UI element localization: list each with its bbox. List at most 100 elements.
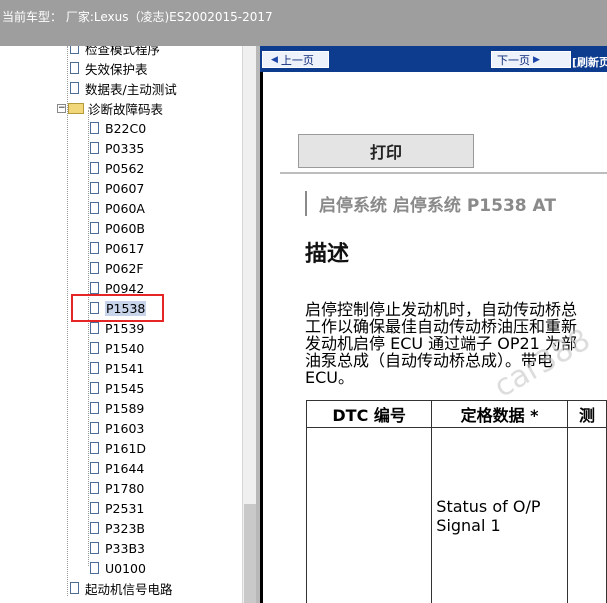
next-page-label: 下一页 [497, 53, 530, 67]
document-icon [90, 542, 99, 554]
table-cell [305, 427, 433, 603]
tree-item-dtc[interactable]: P0562 [90, 158, 144, 178]
dtc-table: DTC 编号 定格数据 * 测 Status of O/P Signal 1 [305, 400, 607, 603]
tree-item-check-mode[interactable]: 检查模式程序 [70, 46, 160, 58]
tree-item-failsafe[interactable]: 失效保护表 [70, 58, 148, 78]
tree-item-dtc[interactable]: P1541 [90, 358, 144, 378]
tree-item-label: P323B [105, 520, 145, 536]
tree-item-dtc[interactable]: P0607 [90, 178, 144, 198]
tree-item-label: P0617 [105, 240, 145, 256]
document-icon [90, 282, 99, 294]
column-header: 定格数据 * [431, 400, 568, 428]
tree-item-label: P1541 [105, 360, 145, 376]
tree-item-label: P1603 [105, 420, 145, 436]
current-model-label: 当前车型： 厂家:Lexus（凌志)ES2002015-2017 [2, 10, 273, 24]
scrollbar-thumb[interactable] [244, 504, 256, 603]
document-icon [90, 262, 99, 274]
tree-item-label: P1539 [105, 320, 145, 336]
column-header: 测 [566, 400, 607, 428]
tree-item-dtc[interactable]: P1603 [90, 418, 144, 438]
tree-item-label: P060A [105, 200, 145, 216]
tree-item-label: 失效保护表 [85, 61, 148, 77]
document-icon [90, 382, 99, 394]
document-icon [90, 162, 99, 174]
document-icon [70, 62, 79, 74]
divider [280, 172, 607, 174]
tree-item-dtc-table[interactable]: − 诊断故障码表 [57, 98, 163, 118]
tree-item-label: P0335 [105, 140, 145, 156]
column-header: DTC 编号 [305, 400, 433, 428]
document-icon [70, 82, 79, 94]
tree-item-label: P161D [105, 440, 147, 456]
table-cell [566, 427, 607, 603]
document-icon [90, 202, 99, 214]
document-icon [90, 482, 99, 494]
folder-open-icon [68, 102, 84, 114]
tree-item-label: P33B3 [105, 540, 145, 556]
tree-item-label: P060B [105, 220, 145, 236]
tree-item-label: P1644 [105, 460, 145, 476]
tree-item-label: P1589 [105, 400, 145, 416]
tree-item-label: 数据表/主动测试 [85, 81, 177, 97]
tree-line [88, 110, 89, 566]
document-icon [90, 322, 99, 334]
document-icon [90, 442, 99, 454]
tree-item-dtc[interactable]: P1540 [90, 338, 144, 358]
tree-item-label: 检查模式程序 [85, 46, 161, 57]
tree-item-dtc[interactable]: P323B [90, 518, 145, 538]
tree-item-dtc[interactable]: U0100 [90, 558, 146, 578]
prev-page-button[interactable]: ◀ 上一页 [262, 51, 329, 68]
right-arrow-icon: ▶ [533, 54, 540, 65]
title-bar: 当前车型： 厂家:Lexus（凌志)ES2002015-2017 [0, 0, 607, 46]
tree-line [67, 46, 68, 596]
tree-item-dtc[interactable]: P33B3 [90, 538, 145, 558]
document-icon [90, 362, 99, 374]
left-arrow-icon: ◀ [271, 54, 278, 65]
tree-item-data-list[interactable]: 数据表/主动测试 [70, 78, 177, 98]
tree-item-dtc[interactable]: B22C0 [90, 118, 146, 138]
refresh-link[interactable]: [刷新页 [572, 54, 607, 70]
tree-item-starter-signal[interactable]: 起动机信号电路 [70, 578, 173, 598]
document-icon [90, 502, 99, 514]
tree-item-dtc[interactable]: P1780 [90, 478, 144, 498]
tree-item-dtc[interactable]: P0335 [90, 138, 144, 158]
tree-item-label: U0100 [105, 560, 146, 576]
prev-page-label: 上一页 [280, 53, 314, 67]
tree-item-dtc[interactable]: P1545 [90, 378, 144, 398]
tree-item-dtc[interactable]: P161D [90, 438, 146, 458]
section-heading: 描述 [305, 242, 350, 267]
tree-item-dtc[interactable]: P1589 [90, 398, 144, 418]
highlight-box [71, 294, 164, 322]
document-icon [90, 422, 99, 434]
table-cell: Status of O/P Signal 1 [431, 427, 568, 603]
document-icon [90, 182, 99, 194]
breadcrumb: 启停系统 启停系统 P1538 AT [305, 191, 556, 216]
tree-item-label: P0562 [105, 160, 145, 176]
document-icon [90, 562, 99, 574]
tree-item-label: P0607 [105, 180, 145, 196]
tree-item-dtc[interactable]: P1644 [90, 458, 144, 478]
tree-item-dtc[interactable]: P062F [90, 258, 144, 278]
tree-item-label: P1780 [105, 480, 145, 496]
document-icon [90, 462, 99, 474]
tree-item-label: B22C0 [105, 120, 147, 136]
tree-item-dtc[interactable]: P060B [90, 218, 145, 238]
document-icon [90, 402, 99, 414]
document-icon [90, 342, 99, 354]
document-icon [90, 142, 99, 154]
tree-item-dtc[interactable]: P060A [90, 198, 145, 218]
document-icon [70, 46, 79, 54]
next-page-button[interactable]: 下一页 ▶ [491, 51, 571, 68]
tree-scrollbar[interactable] [242, 46, 257, 603]
print-button[interactable]: 打印 [298, 134, 474, 168]
tree-item-dtc[interactable]: P2531 [90, 498, 144, 518]
frame-border [260, 72, 263, 603]
tree-item-label: 诊断故障码表 [88, 101, 164, 117]
document-icon [70, 582, 79, 594]
collapse-icon[interactable]: − [57, 103, 66, 113]
navigation-bar: ◀ 上一页 下一页 ▶ [刷新页 [260, 46, 607, 72]
tree-item-label: P2531 [105, 500, 145, 516]
tree-panel: 检查模式程序 失效保护表 数据表/主动测试 − 诊断故障码表 B22C0 P03… [0, 46, 242, 603]
tree-item-dtc[interactable]: P0617 [90, 238, 144, 258]
tree-item-label: 起动机信号电路 [85, 581, 173, 597]
